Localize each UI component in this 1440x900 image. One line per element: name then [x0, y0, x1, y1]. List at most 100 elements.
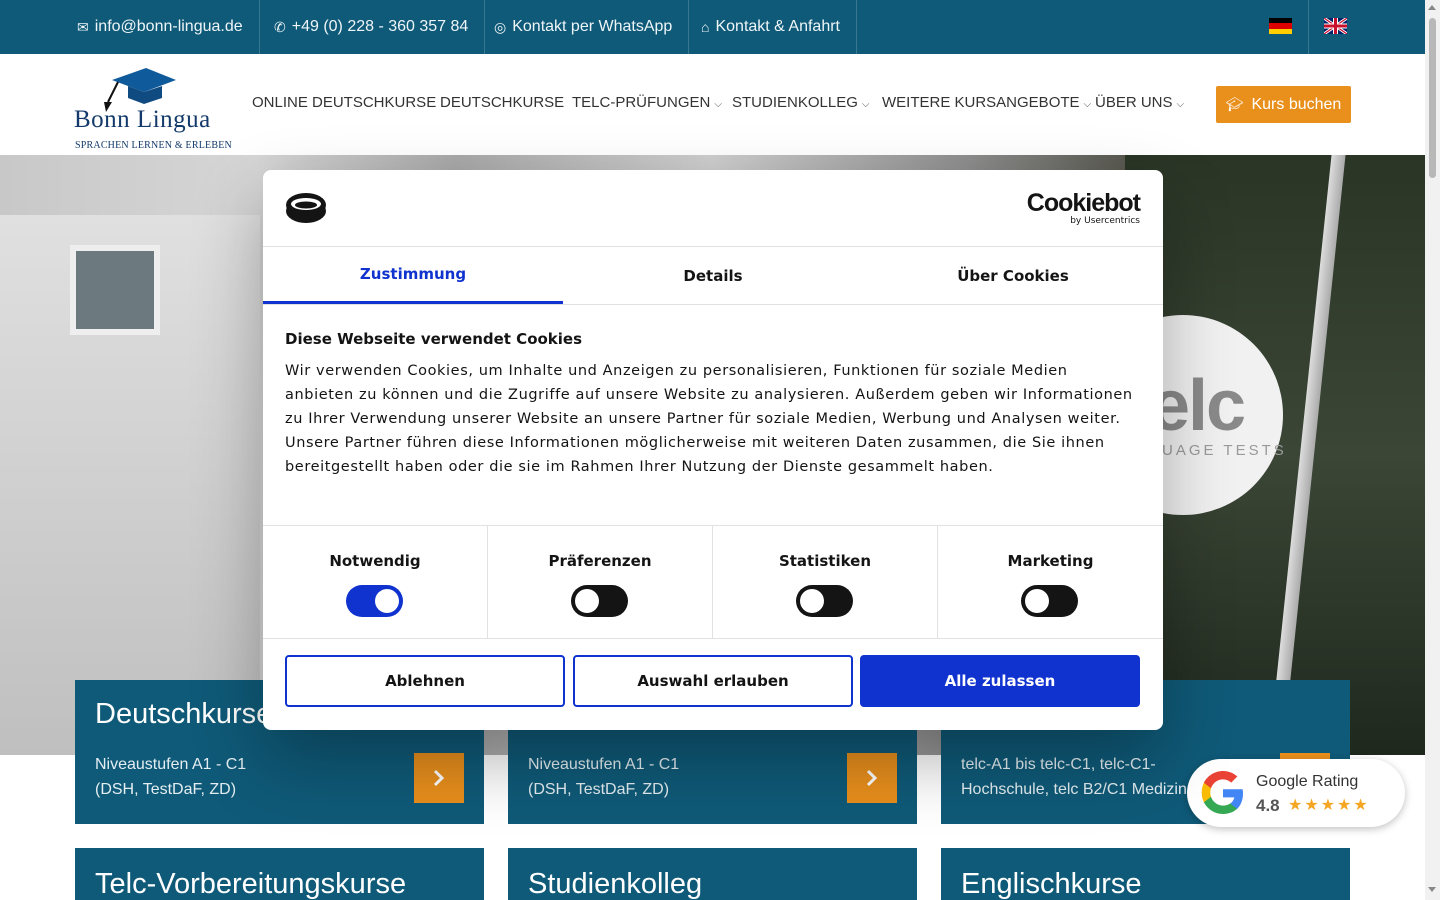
card-title: Telc-Vorbereitungskurse [95, 868, 407, 900]
home-icon: ⌂ [701, 19, 710, 35]
nav-label: TELC-PRÜFUNGEN [572, 94, 711, 111]
phone-link[interactable]: ✆ +49 (0) 228 - 360 357 84 [258, 0, 486, 54]
google-rating-label: Google Rating [1256, 773, 1359, 790]
tab-ueber-cookies[interactable]: Über Cookies [863, 247, 1163, 304]
nav-label: DEUTSCHKURSE [440, 94, 565, 111]
contact-directions-text: Kontakt & Anfahrt [715, 18, 840, 35]
cookiebot-logo-subtext: by Usercentrics [1070, 216, 1140, 226]
nav-label: STUDIENKOLLEG [732, 94, 858, 111]
card-title: Studienkolleg [528, 868, 703, 900]
card-line: (DSH, TestDaF, ZD) [528, 781, 670, 798]
toggle-label: Notwendig [329, 552, 421, 570]
nav-studienkolleg[interactable]: STUDIENKOLLEG ⌵ [732, 94, 869, 111]
scroll-down-icon[interactable] [1428, 887, 1436, 892]
toggle-label: Präferenzen [548, 552, 652, 570]
cookie-consent-dialog: Cookiebot by Usercentrics Zustimmung Det… [263, 170, 1163, 730]
google-rating-badge[interactable]: Google Rating 4.8 ★★★★★ [1187, 759, 1405, 827]
toggle-label: Statistiken [778, 552, 872, 570]
decline-button[interactable]: Ablehnen [285, 655, 565, 707]
toggle-group-praeferenzen: Präferenzen [488, 526, 713, 639]
marketing-toggle[interactable] [1021, 585, 1078, 617]
hero-window [70, 245, 160, 335]
top-contact-bar: ✉ info@bonn-lingua.de ✆ +49 (0) 228 - 36… [0, 0, 1425, 54]
phone-text: +49 (0) 228 - 360 357 84 [291, 18, 469, 35]
email-text: info@bonn-lingua.de [94, 18, 243, 35]
cookie-tabs: Zustimmung Details Über Cookies [263, 247, 1163, 305]
cookie-dialog-text: Wir verwenden Cookies, um Inhalte und An… [285, 363, 1133, 475]
card-description: telc-A1 bis telc-C1, telc-C1- Hochschule… [961, 752, 1187, 802]
german-flag-icon[interactable] [1269, 18, 1292, 34]
card-arrow-button[interactable] [847, 753, 897, 803]
chevron-down-icon: ⌵ [1176, 99, 1185, 110]
card-description: Niveaustufen A1 - C1 (DSH, TestDaF, ZD) [528, 752, 679, 802]
main-header: Bonn Lingua Sprachen lernen & erleben ON… [0, 54, 1425, 155]
chevron-down-icon: ⌵ [1083, 99, 1092, 110]
allow-selection-button[interactable]: Auswahl erlauben [573, 655, 853, 707]
whatsapp-link[interactable]: ◎ Kontakt per WhatsApp [478, 0, 690, 54]
nav-ueber-uns[interactable]: ÜBER UNS ⌵ [1095, 94, 1184, 111]
nav-label: ONLINE DEUTSCHKURSE [252, 94, 437, 111]
nav-weitere-kursangebote[interactable]: WEITERE KURSANGEBOTE ⌵ [882, 94, 1091, 111]
chevron-down-icon: ⌵ [861, 99, 870, 110]
card-line: telc-A1 bis telc-C1, telc-C1- [961, 756, 1156, 773]
scroll-up-icon[interactable] [1428, 5, 1436, 10]
allow-all-button[interactable]: Alle zulassen [860, 655, 1140, 707]
cookie-logo-icon [286, 193, 326, 223]
course-card-studienkolleg[interactable]: Studienkolleg [508, 848, 917, 900]
card-arrow-button[interactable] [414, 753, 464, 803]
toggle-group-statistiken: Statistiken [713, 526, 938, 639]
graduation-cap-icon: 🎓︎ [1225, 96, 1244, 112]
chevron-right-icon [866, 769, 878, 787]
phone-icon: ✆ [274, 18, 286, 35]
cookie-category-toggles: Notwendig Präferenzen Statistiken Market… [263, 525, 1163, 639]
cookiebot-logo-text: Cookiebot [1026, 189, 1141, 217]
logo-tagline: Sprachen lernen & erleben [75, 140, 232, 151]
telc-logo-subtext: UAGE TESTS [1162, 442, 1287, 459]
cookie-dialog-header: Cookiebot by Usercentrics [263, 170, 1163, 247]
card-title: Englischkurse [961, 868, 1142, 900]
tab-zustimmung[interactable]: Zustimmung [263, 247, 563, 304]
uk-flag-icon[interactable] [1324, 18, 1347, 34]
tab-details[interactable]: Details [563, 247, 863, 304]
whatsapp-text: Kontakt per WhatsApp [512, 18, 673, 35]
chevron-right-icon [433, 769, 445, 787]
scrollbar-thumb[interactable] [1429, 18, 1436, 178]
google-rating-score: 4.8 [1256, 796, 1280, 815]
google-logo-icon [1201, 771, 1243, 814]
nav-label: WEITERE KURSANGEBOTE [882, 94, 1080, 111]
praeferenzen-toggle[interactable] [571, 585, 628, 617]
toggle-knob [575, 589, 599, 613]
course-card-telc-vorbereitung[interactable]: Telc-Vorbereitungskurse [75, 848, 484, 900]
cookiebot-brand[interactable]: Cookiebot by Usercentrics [1026, 189, 1141, 226]
logo-name: Bonn Lingua [74, 106, 211, 133]
notwendig-toggle[interactable] [346, 585, 403, 617]
toggle-group-notwendig: Notwendig [263, 526, 488, 639]
nav-label: ÜBER UNS [1095, 94, 1173, 111]
nav-deutschkurse[interactable]: DEUTSCHKURSE [440, 94, 564, 111]
card-line: Niveaustufen A1 - C1 [528, 756, 680, 773]
card-title: Deutschkurse [95, 698, 273, 730]
contact-directions-link[interactable]: ⌂ Kontakt & Anfahrt [685, 0, 857, 54]
toggle-knob [800, 589, 824, 613]
nav-online-deutschkurse[interactable]: ONLINE DEUTSCHKURSE [252, 94, 436, 111]
nav-telc-pruefungen[interactable]: TELC-PRÜFUNGEN ⌵ [572, 94, 722, 111]
statistiken-toggle[interactable] [796, 585, 853, 617]
star-rating-icon: ★★★★★ [1288, 797, 1370, 814]
page-scrollbar[interactable] [1425, 0, 1440, 900]
toggle-knob [1025, 589, 1049, 613]
toggle-group-marketing: Marketing [938, 526, 1163, 639]
course-card-englischkurse[interactable]: Englischkurse [941, 848, 1350, 900]
logo[interactable]: Bonn Lingua Sprachen lernen & erleben [74, 68, 232, 151]
card-line: Hochschule, telc B2/C1 Medizin [961, 781, 1187, 798]
book-course-label: Kurs buchen [1251, 95, 1342, 113]
flag-divider [1308, 0, 1309, 54]
email-link[interactable]: ✉ info@bonn-lingua.de [77, 0, 260, 54]
card-line: Niveaustufen A1 - C1 [95, 756, 247, 773]
card-line: (DSH, TestDaF, ZD) [95, 781, 237, 798]
whatsapp-icon: ◎ [494, 18, 507, 35]
book-course-button[interactable]: 🎓︎ Kurs buchen [1216, 86, 1351, 123]
cookie-dialog-title: Diese Webseite verwendet Cookies [285, 330, 583, 348]
toggle-knob [375, 589, 399, 613]
telc-logo-text: elc [1150, 366, 1246, 446]
card-description: Niveaustufen A1 - C1 (DSH, TestDaF, ZD) [95, 752, 246, 802]
